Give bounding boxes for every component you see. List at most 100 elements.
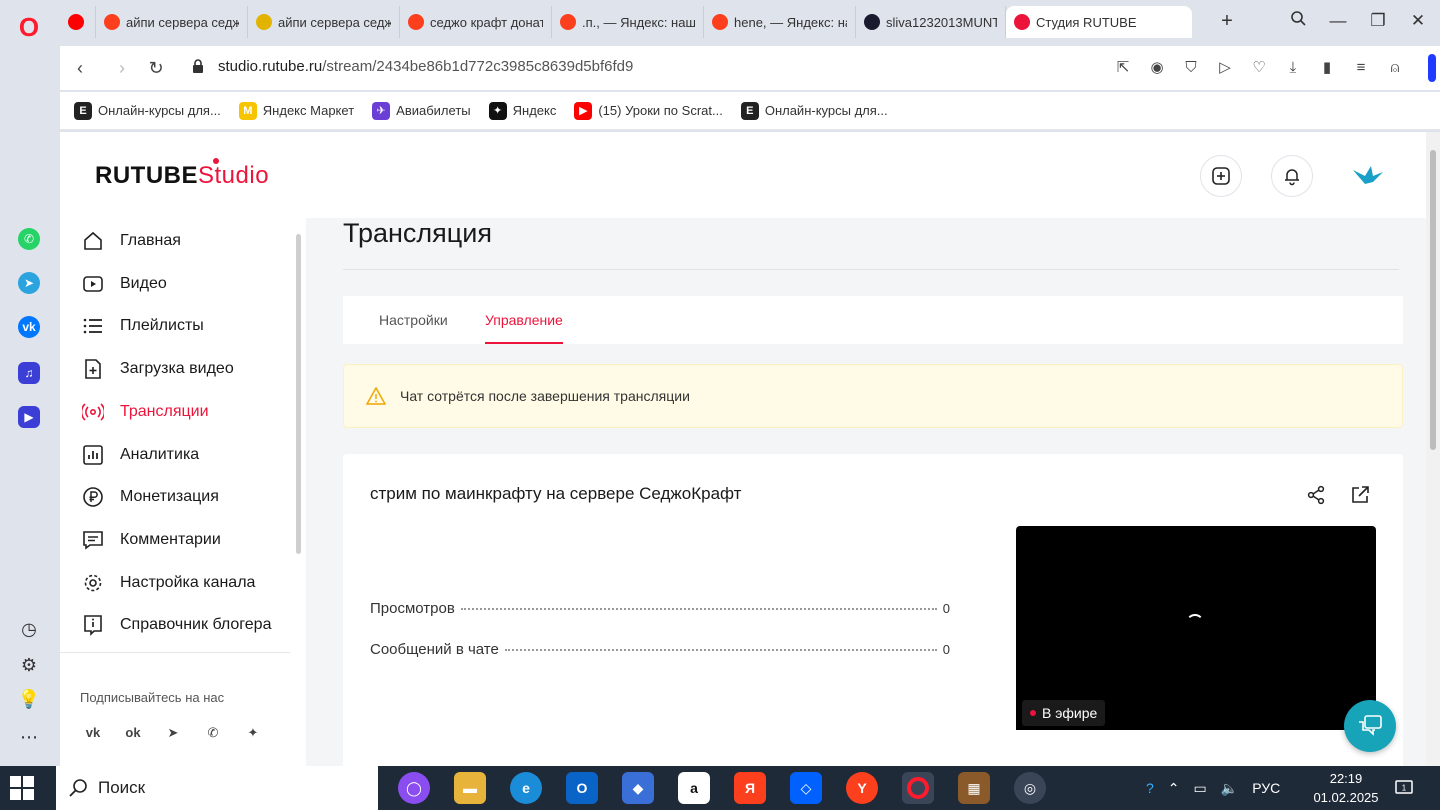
- yandex-icon[interactable]: Я: [734, 772, 766, 804]
- back-button[interactable]: ‹: [68, 56, 92, 80]
- zen-icon[interactable]: ✦: [244, 724, 262, 742]
- yandex-icon: [104, 14, 120, 30]
- live-badge-label: В эфире: [1042, 705, 1098, 721]
- vk-icon[interactable]: vk: [84, 724, 102, 742]
- minimize-button[interactable]: —: [1320, 6, 1356, 36]
- help-tray-icon[interactable]: ?: [1146, 780, 1154, 796]
- taskbar-search[interactable]: Поиск: [56, 766, 378, 810]
- browser-tab[interactable]: [60, 6, 96, 38]
- shield-icon[interactable]: ⛉: [1180, 57, 1202, 79]
- browser-tab[interactable]: Студия RUTUBE: [1006, 6, 1192, 38]
- language-indicator[interactable]: РУС: [1252, 780, 1280, 796]
- file-explorer-icon[interactable]: ▬: [454, 772, 486, 804]
- rutube-studio-logo[interactable]: RUTUBEStudio: [95, 158, 269, 190]
- bookmark-item[interactable]: ▶ (15) Уроки по Scrat...: [574, 101, 723, 120]
- player-sidebar-button[interactable]: ▶: [12, 400, 46, 434]
- browser-tab[interactable]: айпи сервера седж: [96, 6, 248, 38]
- search-tabs-icon[interactable]: [1280, 6, 1316, 36]
- bookmark-item[interactable]: M Яндекс Маркет: [238, 101, 354, 120]
- bookmark-item[interactable]: ✦ Яндекс: [488, 101, 556, 120]
- network-icon[interactable]: ▭: [1194, 780, 1207, 797]
- viber-icon[interactable]: ✆: [204, 724, 222, 742]
- settings-gear-icon[interactable]: ⚙: [12, 648, 46, 682]
- browser-tab[interactable]: .п., — Яндекс: нашл: [552, 6, 704, 38]
- chevron-up-icon[interactable]: ⌃: [1168, 780, 1180, 797]
- taskbar-clock[interactable]: 22:19 01.02.2025: [1308, 769, 1384, 807]
- forward-button[interactable]: ›: [110, 56, 134, 80]
- heart-icon[interactable]: ♡: [1248, 57, 1270, 79]
- sidebar-item-info-book[interactable]: Справочник блогера: [82, 610, 271, 640]
- easy-setup-icon[interactable]: ≡: [1350, 57, 1372, 79]
- sidebar-item-home[interactable]: Главная: [82, 226, 181, 256]
- more-icon[interactable]: ⋯: [12, 720, 46, 754]
- sidebar-item-video[interactable]: Видео: [82, 269, 167, 299]
- url-field[interactable]: studio.rutube.ru/stream/2434be86b1d772c3…: [218, 58, 633, 75]
- obs-icon[interactable]: ◎: [1014, 772, 1046, 804]
- profile-icon[interactable]: ⍝: [1384, 57, 1406, 79]
- opera-taskbar-icon[interactable]: [902, 772, 934, 804]
- restore-button[interactable]: ❐: [1360, 6, 1396, 36]
- tab-settings[interactable]: Настройки: [379, 296, 448, 344]
- minecraft-icon[interactable]: ▦: [958, 772, 990, 804]
- sidebar-scrollbar[interactable]: [294, 224, 302, 764]
- amazon-icon[interactable]: a: [678, 772, 710, 804]
- vk-button[interactable]: vk: [12, 310, 46, 344]
- search-icon: [69, 779, 87, 797]
- outlook-icon[interactable]: O: [566, 772, 598, 804]
- volume-icon[interactable]: 🔈: [1221, 780, 1238, 797]
- telegram-button[interactable]: ➤: [12, 266, 46, 300]
- sidebar-item-label: Плейлисты: [120, 317, 204, 335]
- tab-management[interactable]: Управление: [485, 296, 563, 344]
- analytics-icon: [82, 444, 104, 466]
- alice-icon[interactable]: ◯: [398, 772, 430, 804]
- share-icon[interactable]: [1305, 484, 1327, 506]
- dropbox-icon[interactable]: ◇: [790, 772, 822, 804]
- notifications-button[interactable]: [1271, 155, 1313, 197]
- music-button[interactable]: ♫: [12, 356, 46, 390]
- battery-icon[interactable]: ▮: [1316, 57, 1338, 79]
- support-chat-button[interactable]: [1344, 700, 1396, 752]
- sidebar-item-gear[interactable]: Настройка канала: [82, 568, 255, 598]
- edge-icon[interactable]: e: [510, 772, 542, 804]
- history-icon[interactable]: ◷: [12, 612, 46, 646]
- yandex-icon: [712, 14, 728, 30]
- sidebar-item-playlists[interactable]: Плейлисты: [82, 311, 204, 341]
- sidebar-item-label: Видео: [120, 274, 167, 292]
- player-icon[interactable]: ▷: [1214, 57, 1236, 79]
- yandex-browser-icon[interactable]: Y: [846, 772, 878, 804]
- notification-count: 1: [1402, 784, 1407, 793]
- whatsapp-button[interactable]: ✆: [12, 222, 46, 256]
- stream-preview-player[interactable]: В эфире: [1016, 526, 1376, 730]
- browser-tab[interactable]: седжо крафт донат: [400, 6, 552, 38]
- download-icon[interactable]: ⤓: [1282, 57, 1304, 79]
- sidebar-item-upload[interactable]: Загрузка видео: [82, 354, 234, 384]
- reload-button[interactable]: ↻: [144, 56, 168, 80]
- telegram-icon[interactable]: ➤: [164, 724, 182, 742]
- browser-tab[interactable]: айпи сервера седж: [248, 6, 400, 38]
- windows-start-icon[interactable]: [10, 776, 34, 800]
- page-scrollbar[interactable]: [1426, 132, 1440, 766]
- browser-tab[interactable]: hene, — Яндекс: на: [704, 6, 856, 38]
- close-window-button[interactable]: ✕: [1400, 6, 1436, 36]
- notification-center-icon[interactable]: 1: [1394, 778, 1414, 798]
- url-host: studio.rutube.ru: [218, 58, 323, 75]
- sidebar-item-analytics[interactable]: Аналитика: [82, 440, 199, 470]
- sidebar-item-comments[interactable]: Комментарии: [82, 525, 221, 555]
- share-page-icon[interactable]: ⇱: [1112, 57, 1134, 79]
- tips-icon[interactable]: 💡: [12, 682, 46, 716]
- studio-sidebar: Главная Видео Плейлисты Загрузка видео Транс…: [60, 218, 306, 766]
- bookmark-item[interactable]: ✈ Авиабилеты: [372, 101, 471, 120]
- create-button[interactable]: [1200, 155, 1242, 197]
- sidebar-item-broadcast[interactable]: Трансляции: [82, 397, 209, 427]
- ok-icon[interactable]: ok: [124, 724, 142, 742]
- browser-tab[interactable]: sliva1232013MUNT: [856, 6, 1006, 38]
- bookmark-item[interactable]: E Онлайн-курсы для...: [74, 101, 221, 120]
- avatar[interactable]: [1346, 154, 1390, 198]
- new-tab-button[interactable]: +: [1216, 10, 1238, 32]
- bookmark-item[interactable]: E Онлайн-курсы для...: [740, 101, 888, 120]
- app-icon[interactable]: ◆: [622, 772, 654, 804]
- open-external-icon[interactable]: [1349, 484, 1371, 506]
- snapshot-icon[interactable]: ◉: [1146, 57, 1168, 79]
- sidebar-item-ruble[interactable]: Монетизация: [82, 482, 219, 512]
- opera-logo-icon[interactable]: O: [12, 10, 46, 44]
